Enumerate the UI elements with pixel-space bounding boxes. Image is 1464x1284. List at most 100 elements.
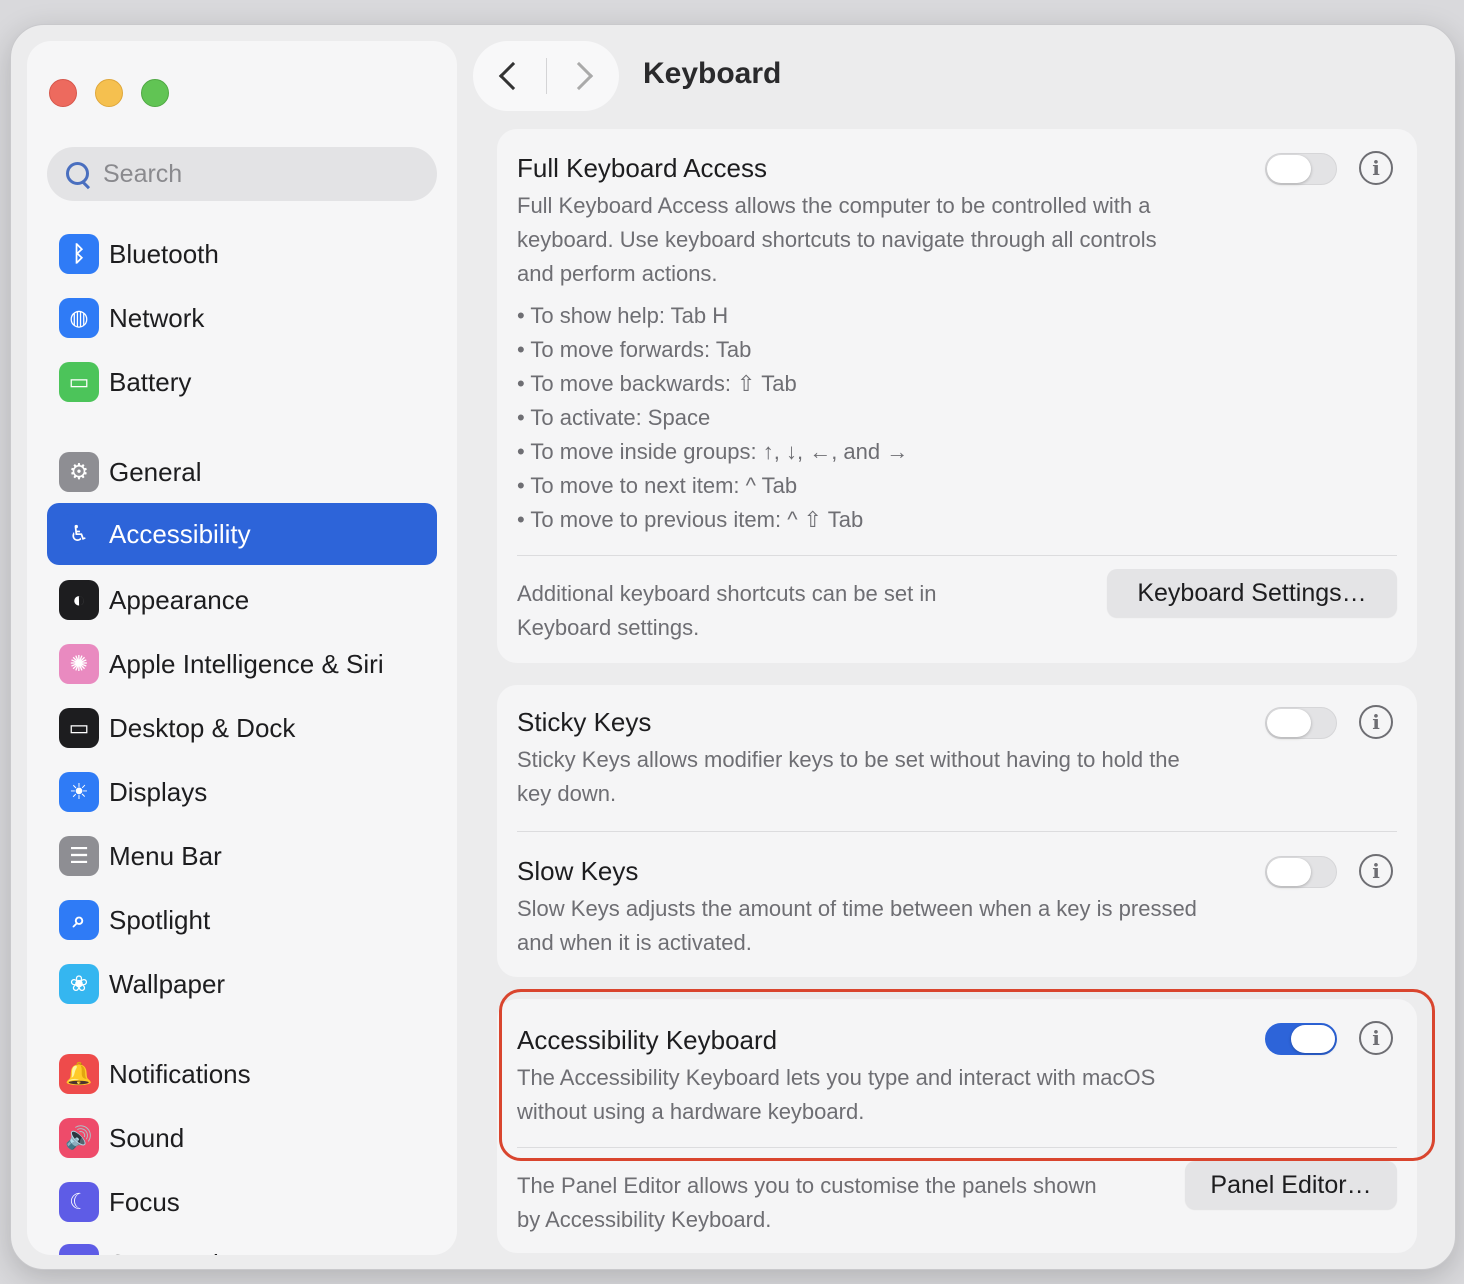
sidebar-item-label: Bluetooth bbox=[109, 238, 219, 269]
back-button[interactable] bbox=[473, 41, 546, 111]
note-line: by Accessibility Keyboard. bbox=[517, 1207, 772, 1232]
shortcut-item: • To move inside groups: ↑, ↓, ←, and → bbox=[517, 439, 909, 464]
sidebar-item-network[interactable]: ◍ Network bbox=[47, 287, 437, 349]
shortcut-list: • To show help: Tab H • To move forwards… bbox=[517, 299, 908, 537]
sidebar-item-label: Focus bbox=[109, 1186, 180, 1217]
spotlight-icon: ⌕ bbox=[59, 900, 99, 940]
sticky-keys-description: Sticky Keys allows modifier keys to be s… bbox=[517, 743, 1180, 811]
sidebar-item-label: Appearance bbox=[109, 584, 250, 615]
wallpaper-icon: ❀ bbox=[59, 964, 99, 1004]
dock-icon: ▭ bbox=[59, 708, 99, 748]
sidebar-item-screen-time[interactable]: ⧗ Screen Time bbox=[47, 1233, 437, 1255]
sidebar-item-spotlight[interactable]: ⌕ Spotlight bbox=[47, 889, 437, 951]
sidebar-item-label: Sound bbox=[109, 1122, 185, 1153]
slow-keys-title: Slow Keys bbox=[517, 856, 639, 886]
slow-keys-toggle[interactable] bbox=[1265, 856, 1337, 888]
keyboard-settings-button[interactable]: Keyboard Settings… bbox=[1107, 569, 1397, 617]
sidebar-item-label: Wallpaper bbox=[109, 968, 226, 999]
zoom-window-button[interactable] bbox=[141, 79, 169, 107]
sidebar-item-label: Desktop & Dock bbox=[109, 712, 296, 743]
speaker-icon: 🔊 bbox=[59, 1118, 99, 1158]
chevron-right-icon bbox=[564, 61, 593, 91]
sidebar-item-appearance[interactable]: ◐ Appearance bbox=[47, 569, 437, 631]
sidebar-item-apple-intelligence-siri[interactable]: ✺ Apple Intelligence & Siri bbox=[47, 633, 437, 695]
toggle-knob bbox=[1267, 155, 1311, 183]
sidebar-item-label: Accessibility bbox=[109, 518, 251, 549]
gear-icon: ⚙ bbox=[59, 452, 99, 492]
page-title: Keyboard bbox=[643, 57, 782, 90]
sticky-slow-keys-card: Sticky Keys i Sticky Keys allows modifie… bbox=[497, 685, 1417, 977]
sidebar-item-desktop-dock[interactable]: ▭ Desktop & Dock bbox=[47, 697, 437, 759]
highlight-outline bbox=[499, 989, 1435, 1161]
brightness-icon: ☀ bbox=[59, 772, 99, 812]
bell-icon: 🔔 bbox=[59, 1054, 99, 1094]
sidebar-item-wallpaper[interactable]: ❀ Wallpaper bbox=[47, 953, 437, 1015]
toggle-knob bbox=[1267, 858, 1311, 886]
battery-icon: ▭ bbox=[59, 362, 99, 402]
note-line: The Panel Editor allows you to customise… bbox=[517, 1173, 1097, 1198]
sidebar-item-label: Spotlight bbox=[109, 904, 211, 935]
note-line: Keyboard settings. bbox=[517, 615, 700, 640]
description-line: Slow Keys adjusts the amount of time bet… bbox=[517, 896, 1197, 921]
shortcut-item: • To move to next item: ^ Tab bbox=[517, 473, 798, 498]
sidebar-item-label: General bbox=[109, 456, 202, 487]
shortcut-item: • To move to previous item: ^ ⇧ Tab bbox=[517, 507, 864, 532]
note-line: Additional keyboard shortcuts can be set… bbox=[517, 581, 937, 606]
shortcut-item: • To move forwards: Tab bbox=[517, 337, 752, 362]
sidebar-item-label: Displays bbox=[109, 776, 208, 807]
description-line: key down. bbox=[517, 781, 617, 806]
sidebar-item-sound[interactable]: 🔊 Sound bbox=[47, 1107, 437, 1169]
close-window-button[interactable] bbox=[49, 79, 77, 107]
full-keyboard-access-toggle[interactable] bbox=[1265, 153, 1337, 185]
sidebar: Search ᛒ Bluetooth ◍ Network ▭ Battery ⚙ Genera… bbox=[27, 41, 457, 1255]
sticky-keys-toggle[interactable] bbox=[1265, 707, 1337, 739]
description-line: and perform actions. bbox=[517, 261, 718, 286]
description-line: and when it is activated. bbox=[517, 930, 752, 955]
keyboard-settings-note: Additional keyboard shortcuts can be set… bbox=[517, 577, 936, 645]
sidebar-item-battery[interactable]: ▭ Battery bbox=[47, 351, 437, 413]
shortcut-item: • To move backwards: ⇧ Tab bbox=[517, 371, 797, 396]
panel-editor-note: The Panel Editor allows you to customise… bbox=[517, 1169, 1097, 1237]
description-line: Sticky Keys allows modifier keys to be s… bbox=[517, 747, 1180, 772]
divider bbox=[517, 555, 1397, 556]
minimize-window-button[interactable] bbox=[95, 79, 123, 107]
shortcut-item: • To activate: Space bbox=[517, 405, 711, 430]
forward-button[interactable] bbox=[547, 41, 620, 111]
search-placeholder: Search bbox=[103, 159, 183, 188]
panel-editor-button[interactable]: Panel Editor… bbox=[1185, 1161, 1397, 1209]
slow-keys-description: Slow Keys adjusts the amount of time bet… bbox=[517, 892, 1197, 960]
info-icon[interactable]: i bbox=[1359, 705, 1393, 739]
full-keyboard-access-title: Full Keyboard Access bbox=[517, 153, 768, 183]
sidebar-item-accessibility[interactable]: ♿ Accessibility bbox=[47, 503, 437, 565]
search-input[interactable]: Search bbox=[47, 147, 437, 201]
sidebar-item-focus[interactable]: ☾ Focus bbox=[47, 1171, 437, 1233]
siri-icon: ✺ bbox=[59, 644, 99, 684]
bluetooth-icon: ᛒ bbox=[59, 234, 99, 274]
divider bbox=[517, 831, 1397, 832]
moon-icon: ☾ bbox=[59, 1182, 99, 1222]
settings-window: Search ᛒ Bluetooth ◍ Network ▭ Battery ⚙ Genera… bbox=[10, 24, 1456, 1270]
sidebar-item-notifications[interactable]: 🔔 Notifications bbox=[47, 1043, 437, 1105]
description-line: Full Keyboard Access allows the computer… bbox=[517, 193, 1151, 218]
info-icon[interactable]: i bbox=[1359, 151, 1393, 185]
sticky-keys-title: Sticky Keys bbox=[517, 707, 652, 737]
sidebar-item-general[interactable]: ⚙ General bbox=[47, 441, 437, 503]
sidebar-item-bluetooth[interactable]: ᛒ Bluetooth bbox=[47, 223, 437, 285]
sidebar-item-label: Apple Intelligence & Siri bbox=[109, 648, 384, 679]
full-keyboard-access-card: Full Keyboard Access i Full Keyboard Acc… bbox=[497, 129, 1417, 663]
menubar-icon: ☰ bbox=[59, 836, 99, 876]
chevron-left-icon bbox=[499, 61, 528, 91]
appearance-icon: ◐ bbox=[59, 580, 99, 620]
sidebar-item-menu-bar[interactable]: ☰ Menu Bar bbox=[47, 825, 437, 887]
sidebar-item-label: Network bbox=[109, 302, 205, 333]
full-keyboard-access-description: Full Keyboard Access allows the computer… bbox=[517, 189, 1157, 291]
description-line: keyboard. Use keyboard shortcuts to navi… bbox=[517, 227, 1157, 252]
sidebar-item-displays[interactable]: ☀ Displays bbox=[47, 761, 437, 823]
navigation-buttons bbox=[473, 41, 619, 111]
search-icon bbox=[63, 159, 93, 189]
sidebar-item-label: Battery bbox=[109, 366, 192, 397]
sidebar-item-label: Notifications bbox=[109, 1058, 251, 1089]
info-icon[interactable]: i bbox=[1359, 854, 1393, 888]
sidebar-item-label: Menu Bar bbox=[109, 840, 222, 871]
globe-icon: ◍ bbox=[59, 298, 99, 338]
